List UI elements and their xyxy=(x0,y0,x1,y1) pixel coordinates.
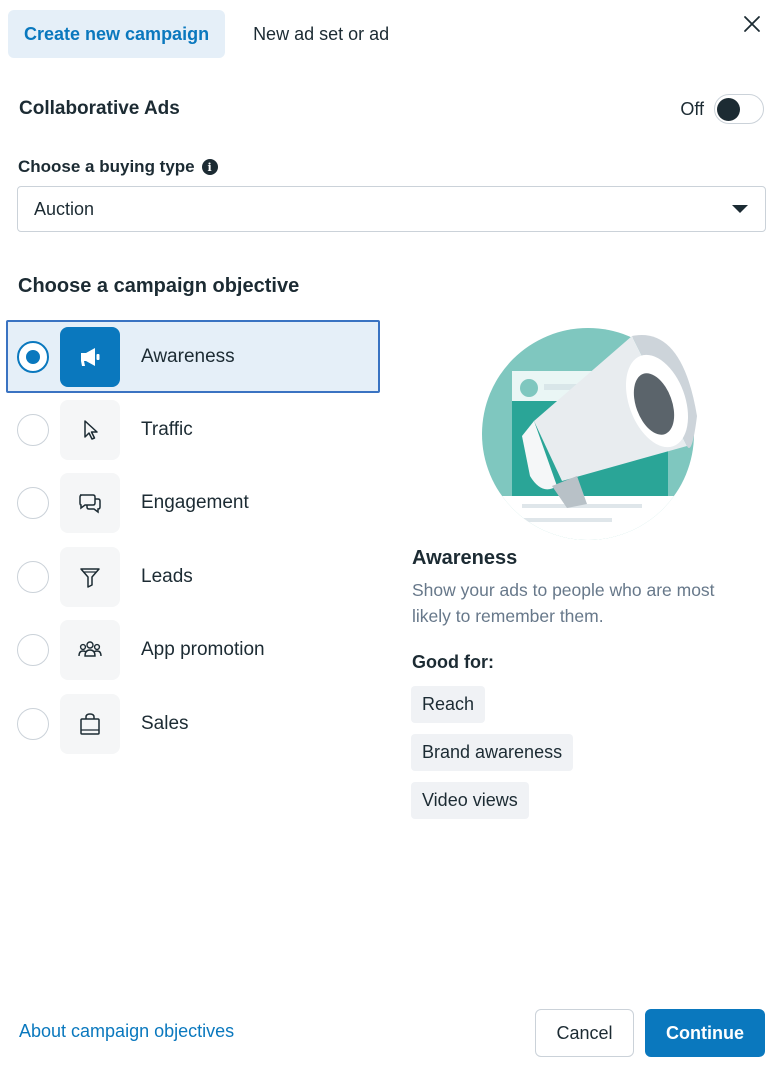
radio-selected-dot xyxy=(26,349,40,364)
good-for-chip: Brand awareness xyxy=(411,734,574,771)
cancel-button[interactable]: Cancel xyxy=(535,1009,634,1057)
objective-radio[interactable] xyxy=(17,634,49,667)
good-for-label: Good for: xyxy=(412,652,494,672)
chat-bubbles-icon xyxy=(60,473,120,534)
toggle-state-label: Off xyxy=(680,98,704,119)
good-for-chip: Video views xyxy=(411,782,529,819)
detail-description: Show your ads to people who are most lik… xyxy=(412,580,715,626)
toggle-knob xyxy=(717,97,740,121)
objective-label: App promotion xyxy=(141,639,265,661)
objective-awareness[interactable]: Awareness xyxy=(6,320,380,393)
objective-radio[interactable] xyxy=(17,487,49,520)
tab-bar: Create new campaign New ad set or ad xyxy=(8,10,772,58)
objective-label: Leads xyxy=(141,565,193,587)
buying-type-label: Choose a buying type i xyxy=(18,157,218,177)
objective-traffic[interactable]: Traffic xyxy=(6,393,380,467)
awareness-illustration xyxy=(482,328,697,540)
collaborative-ads-toggle[interactable] xyxy=(714,94,764,124)
caret-down-icon xyxy=(732,205,748,213)
tab-create-new-campaign[interactable]: Create new campaign xyxy=(8,10,226,58)
close-icon[interactable] xyxy=(740,12,764,36)
funnel-icon xyxy=(60,546,120,607)
objective-list: Awareness Traffic Engagement Leads App p… xyxy=(6,320,380,761)
good-for-chip: Reach xyxy=(411,686,486,723)
cursor-icon xyxy=(60,399,120,460)
objective-radio[interactable] xyxy=(17,413,49,446)
objective-label: Traffic xyxy=(141,418,193,440)
objective-label: Engagement xyxy=(141,492,249,514)
objective-label: Awareness xyxy=(141,345,235,367)
detail-title: Awareness xyxy=(412,547,518,569)
info-icon[interactable]: i xyxy=(201,159,218,175)
collaborative-ads-row: Collaborative Ads Off xyxy=(19,94,764,124)
objective-label: Sales xyxy=(141,712,189,734)
about-campaign-objectives-link[interactable]: About campaign objectives xyxy=(19,1021,234,1042)
objective-sales[interactable]: Sales xyxy=(6,687,380,761)
objective-radio[interactable] xyxy=(17,340,49,373)
objective-radio[interactable] xyxy=(17,707,49,740)
buying-type-value: Auction xyxy=(34,198,95,219)
tab-new-ad-set-or-ad[interactable]: New ad set or ad xyxy=(237,10,405,58)
continue-button[interactable]: Continue xyxy=(645,1009,765,1057)
people-group-icon xyxy=(60,620,120,681)
objective-heading: Choose a campaign objective xyxy=(18,275,300,297)
buying-type-label-text: Choose a buying type xyxy=(18,157,195,176)
megaphone-icon xyxy=(60,326,120,387)
collaborative-ads-toggle-group: Off xyxy=(680,94,764,124)
objective-leads[interactable]: Leads xyxy=(6,540,380,614)
shopping-bag-icon xyxy=(60,693,120,754)
buying-type-select[interactable]: Auction xyxy=(17,186,766,232)
objective-engagement[interactable]: Engagement xyxy=(6,467,380,541)
objective-radio[interactable] xyxy=(17,560,49,593)
collaborative-ads-title: Collaborative Ads xyxy=(19,98,180,119)
good-for-chips: Reach Brand awareness Video views xyxy=(411,686,574,819)
objective-app-promotion[interactable]: App promotion xyxy=(6,614,380,688)
